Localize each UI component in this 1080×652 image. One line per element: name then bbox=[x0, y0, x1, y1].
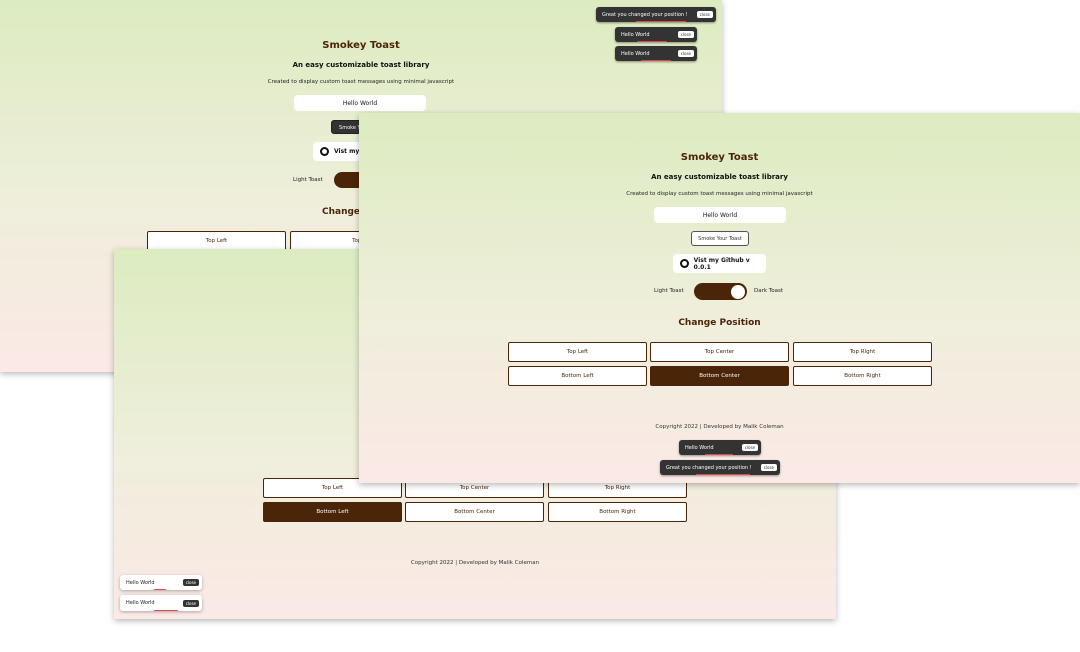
bottom-left-button[interactable]: Bottom Left bbox=[263, 502, 402, 522]
toast-progress-bar bbox=[154, 609, 178, 611]
github-button-label: Vist my Github v 0.0.1 bbox=[693, 256, 750, 271]
bottom-left-button[interactable]: Bottom Left bbox=[508, 366, 647, 386]
bottom-center-button[interactable]: Bottom Center bbox=[405, 502, 544, 522]
toast-hello-world: Hello World close bbox=[679, 440, 761, 455]
toggle-knob bbox=[731, 284, 745, 299]
toast-close-button[interactable]: close bbox=[182, 579, 199, 586]
dark-toast-label: Dark Toast bbox=[754, 288, 783, 294]
bottom-right-button[interactable]: Bottom Right bbox=[793, 366, 932, 386]
github-button[interactable]: Vist my Github v 0.0.1 bbox=[673, 254, 766, 273]
toast-close-button[interactable]: close bbox=[677, 50, 694, 57]
toast-close-button[interactable]: close bbox=[741, 444, 758, 451]
toast-message: Hello World bbox=[126, 579, 155, 586]
toast-close-button[interactable]: close bbox=[677, 31, 694, 38]
page-description: Created to display custom toast messages… bbox=[626, 191, 813, 197]
toast-message: Hello World bbox=[621, 50, 650, 57]
toast-close-button[interactable]: close bbox=[760, 464, 777, 471]
toast-hello-world: Hello World close bbox=[615, 27, 697, 42]
top-left-button[interactable]: Top Left bbox=[147, 231, 286, 251]
light-toast-label: Light Toast bbox=[654, 288, 684, 294]
toast-close-button[interactable]: close bbox=[696, 11, 713, 18]
toast-hello-world: Hello World close bbox=[615, 46, 697, 61]
toast-message: Hello World bbox=[126, 600, 155, 606]
page-footer: Copyright 2022 | Developed by Malik Cole… bbox=[410, 560, 540, 566]
toast-position-changed: Great you changed your position ! close bbox=[596, 7, 716, 22]
toast-progress-bar bbox=[696, 473, 750, 475]
change-position-heading: Change bbox=[322, 207, 361, 217]
smoke-toast-button[interactable]: Smoke Your Toast bbox=[691, 231, 749, 246]
bottom-right-button[interactable]: Bottom Right bbox=[548, 502, 687, 522]
light-toast-label: Light Toast bbox=[293, 177, 323, 183]
top-right-button[interactable]: Top Right bbox=[793, 342, 932, 362]
toast-hello-world: Hello World close bbox=[120, 595, 202, 611]
github-icon bbox=[320, 147, 329, 156]
github-button-label: Vist my bbox=[334, 148, 360, 155]
toast-close-button[interactable]: close bbox=[182, 599, 199, 607]
bottom-center-button[interactable]: Bottom Center bbox=[650, 366, 789, 386]
screenshot-bottom-center-toasts: Smokey Toast An easy customizable toast … bbox=[359, 113, 1080, 483]
top-left-button[interactable]: Top Left bbox=[508, 342, 647, 362]
toast-message-input[interactable] bbox=[294, 95, 426, 111]
toast-progress-bar bbox=[705, 453, 733, 455]
page-description: Created to display custom toast messages… bbox=[267, 79, 455, 85]
toast-message: Hello World bbox=[685, 444, 714, 451]
toast-position-changed: Great you changed your position ! close bbox=[660, 460, 780, 475]
toast-message-input[interactable] bbox=[654, 207, 786, 223]
page-title: Smokey Toast bbox=[680, 152, 759, 163]
toast-progress-bar bbox=[641, 59, 671, 61]
page-title: Smokey Toast bbox=[322, 40, 400, 51]
toast-progress-bar bbox=[154, 588, 166, 590]
page-footer: Copyright 2022 | Developed by Malik Cole… bbox=[655, 424, 784, 430]
toast-progress-bar bbox=[636, 20, 686, 22]
toast-message: Hello World bbox=[621, 31, 650, 38]
page-tagline: An easy customizable toast library bbox=[292, 61, 430, 69]
page-tagline: An easy customizable toast library bbox=[651, 173, 788, 181]
theme-toggle[interactable] bbox=[694, 283, 747, 300]
toast-hello-world: Hello World close bbox=[120, 575, 202, 590]
top-center-button[interactable]: Top Center bbox=[650, 342, 789, 362]
toast-message: Great you changed your position ! bbox=[666, 464, 752, 471]
toast-progress-bar bbox=[637, 40, 667, 42]
change-position-heading: Change Position bbox=[678, 318, 761, 328]
toast-message: Great you changed your position ! bbox=[602, 11, 688, 18]
github-icon bbox=[680, 259, 689, 268]
